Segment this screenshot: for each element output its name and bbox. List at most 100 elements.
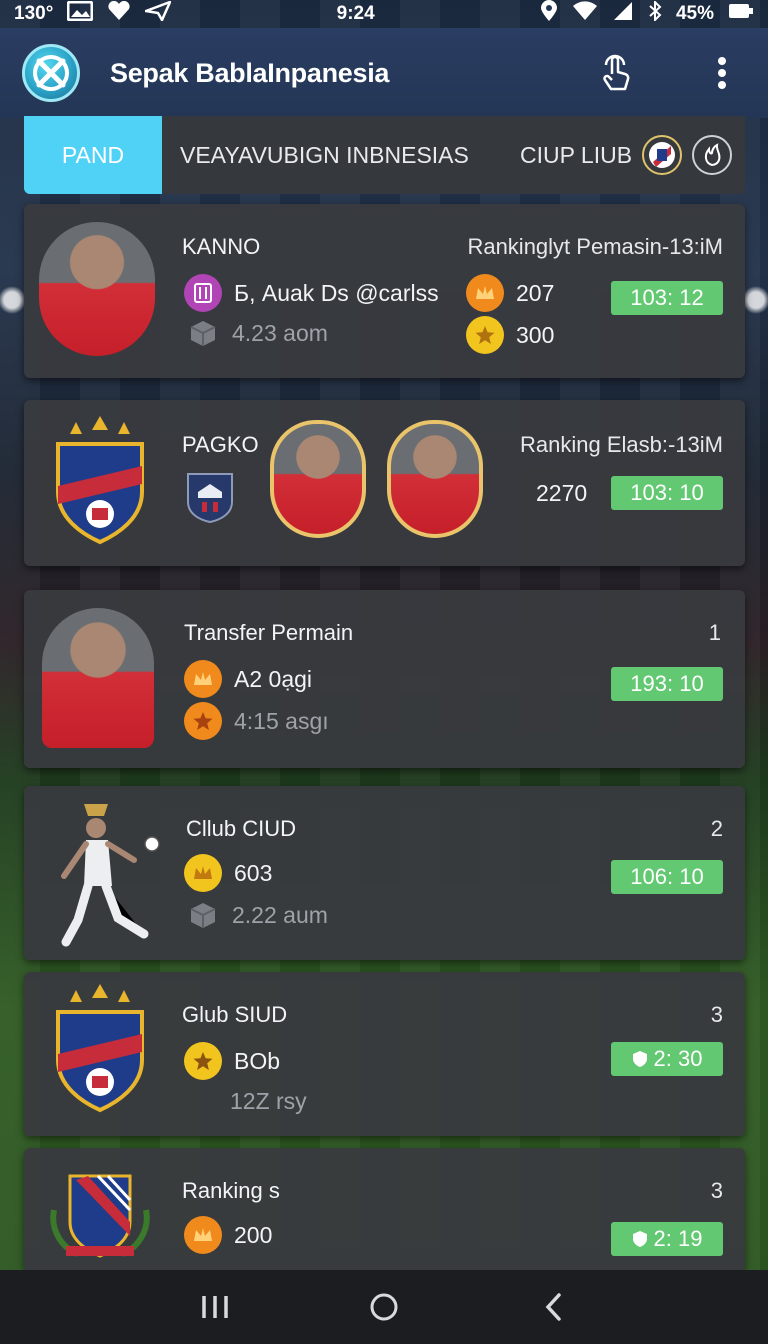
card-ranking-header: Rankinglyt Pemasin-13:iM xyxy=(467,234,723,259)
card-rank: 1 xyxy=(708,620,721,645)
score-badge: 103: 12 xyxy=(611,281,723,315)
location-icon xyxy=(540,0,558,28)
recent-apps-icon xyxy=(201,1296,228,1318)
tab-bar: PAND VEAYAVUBIGN INBNESIAS CIUP LIUB xyxy=(24,116,745,194)
card-line1: 603 xyxy=(184,854,272,892)
stat-crown-value: 207 xyxy=(516,279,555,306)
flame-icon xyxy=(692,135,733,175)
card-time: 2.22 aum xyxy=(186,898,328,932)
heart-icon xyxy=(107,0,131,27)
card-subtitle-text: Б, Auak Ds @carlss xyxy=(234,279,439,306)
card-title: Glub SIUD xyxy=(182,1002,288,1027)
card-title: Transfer Permain xyxy=(184,620,354,645)
club-card-4[interactable]: Cllub CIUD 603 2.22 aum 2 106: 10 xyxy=(24,786,745,960)
score-badge: 2: 30 xyxy=(611,1042,723,1076)
stat-star-value: 300 xyxy=(516,321,555,348)
club-card-2[interactable]: PAGKO Ranking Elasb:-13iM 2270 103: 10 xyxy=(24,400,745,566)
score-badge: 106: 10 xyxy=(611,860,723,894)
app-logo-icon xyxy=(22,44,80,102)
home-icon xyxy=(370,1293,398,1321)
score-badge-text: 2: 19 xyxy=(653,1226,703,1251)
card-title: PAGKO xyxy=(182,432,259,457)
tab-pand[interactable]: PAND xyxy=(24,116,162,194)
app-title: Sepak BablaInpanesia xyxy=(110,57,390,88)
stat-crown: 207 xyxy=(466,274,554,312)
card-time-text: 2.22 aum xyxy=(232,901,328,928)
player-avatar xyxy=(42,608,154,748)
star-icon xyxy=(184,702,222,740)
star-icon xyxy=(184,1042,222,1080)
player-avatar xyxy=(39,222,155,356)
app-bar: Sepak BablaInpanesia xyxy=(0,28,768,118)
crown-icon xyxy=(466,274,504,312)
card-time: 12Z rsy xyxy=(230,1088,307,1114)
system-nav-bar xyxy=(0,1270,768,1344)
status-bar: 130° 9:24 45% xyxy=(0,0,768,28)
club-card-5[interactable]: Glub SIUD BOb 12Z rsy 3 2: 30 xyxy=(24,972,745,1136)
card-line1-text: 200 xyxy=(234,1221,273,1248)
club-badge-icon xyxy=(184,274,222,312)
card-time-text: 4.23 aom xyxy=(232,319,328,346)
recent-apps-button[interactable] xyxy=(185,1277,245,1337)
card-title: KANNO xyxy=(182,234,261,259)
status-time: 9:24 xyxy=(336,3,375,24)
card-subtitle: Б, Auak Ds @carlss xyxy=(184,274,439,312)
club-crest-icon xyxy=(642,135,683,175)
card-value: 2270 xyxy=(536,480,588,506)
club-crest-icon xyxy=(52,414,148,551)
card-title: Cllub CIUD xyxy=(186,816,297,841)
touch-button[interactable] xyxy=(592,49,640,97)
crown-icon xyxy=(184,660,222,698)
back-button[interactable] xyxy=(523,1277,583,1337)
player-avatar xyxy=(387,420,483,538)
card-ranking-header: Ranking Elasb:-13iM xyxy=(520,432,723,457)
club-crest-icon xyxy=(52,982,148,1119)
crown-icon xyxy=(184,854,222,892)
card-rank: 3 xyxy=(710,1178,723,1203)
tab-indonesia[interactable]: VEAYAVUBIGN INBNESIAS xyxy=(162,116,512,194)
club-small-badge-icon xyxy=(184,468,236,529)
score-badge: 103: 10 xyxy=(611,476,723,510)
card-line2: 4:15 asgı xyxy=(184,702,329,740)
battery-percent: 45% xyxy=(675,3,714,24)
send-icon xyxy=(141,0,173,27)
more-options-button[interactable] xyxy=(698,49,746,97)
card-rank: 2 xyxy=(710,816,723,841)
wifi-icon xyxy=(572,1,598,27)
card-title: Ranking s xyxy=(182,1178,280,1203)
card-line1-text: 603 xyxy=(234,859,273,886)
card-line1-text: BOb xyxy=(234,1047,281,1074)
cube-icon xyxy=(186,316,220,350)
card-rank: 3 xyxy=(710,1002,723,1027)
card-line1-text: A2 0ạgi xyxy=(234,665,313,692)
club-crest-icon xyxy=(48,1170,152,1267)
player-figure-icon xyxy=(56,796,160,957)
score-badge: 193: 10 xyxy=(611,667,723,701)
battery-icon xyxy=(728,2,754,26)
more-vert-icon xyxy=(718,57,726,89)
score-badge-text: 2: 30 xyxy=(653,1046,703,1071)
tab-club[interactable]: CIUP LIUB xyxy=(512,116,740,194)
card-line1: BOb xyxy=(184,1042,280,1080)
touch-icon xyxy=(603,54,630,91)
status-temp: 130° xyxy=(14,3,54,24)
signal-icon xyxy=(612,1,634,27)
player-card-1[interactable]: KANNO Б, Auak Ds @carlss 4.23 aom Rankin… xyxy=(24,204,745,378)
card-line1: 200 xyxy=(184,1216,272,1254)
bluetooth-icon xyxy=(648,0,662,27)
tab-club-label: CIUP LIUB xyxy=(520,141,633,168)
card-time: 4.23 aom xyxy=(186,316,328,350)
cube-icon xyxy=(186,898,220,932)
image-icon xyxy=(66,0,94,27)
score-badge: 2: 19 xyxy=(611,1222,723,1256)
back-icon xyxy=(545,1293,562,1321)
card-line1: A2 0ạgi xyxy=(184,660,312,698)
ranking-card-6[interactable]: Ranking s 200 3 2: 19 xyxy=(24,1148,745,1270)
card-line2-text: 4:15 asgı xyxy=(234,707,329,734)
home-button[interactable] xyxy=(354,1277,414,1337)
star-icon xyxy=(466,316,504,354)
shield-icon xyxy=(632,1231,647,1247)
transfer-card-3[interactable]: Transfer Permain A2 0ạgi 4:15 asgı 1 193… xyxy=(24,590,745,768)
player-avatar xyxy=(270,420,366,538)
stat-star: 300 xyxy=(466,316,554,354)
